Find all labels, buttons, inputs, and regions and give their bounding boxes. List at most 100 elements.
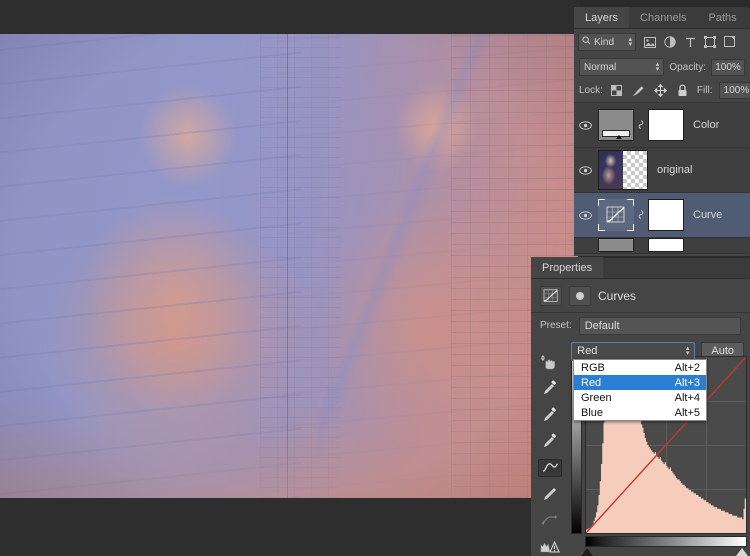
- layer-thumbnail[interactable]: [598, 109, 634, 141]
- table-row[interactable]: original: [574, 148, 750, 193]
- tab-channels-label: Channels: [640, 12, 686, 24]
- image-vignette: [0, 34, 578, 498]
- menu-item-label: Green: [581, 392, 612, 404]
- edit-points-curve-icon[interactable]: [538, 459, 562, 477]
- pixel-filter-icon[interactable]: [643, 35, 657, 49]
- fill-value[interactable]: 100%: [719, 82, 750, 99]
- lock-icon-group: [610, 84, 690, 98]
- chevron-updown-icon[interactable]: ▴▾: [656, 62, 660, 72]
- canvas-area[interactable]: [0, 0, 580, 556]
- selection-corner-icon: [598, 224, 605, 231]
- menu-item-green[interactable]: Green Alt+4: [574, 390, 706, 405]
- smart-object-filter-icon[interactable]: [723, 35, 737, 49]
- lock-label: Lock:: [579, 85, 603, 96]
- shape-filter-icon[interactable]: [703, 35, 717, 49]
- filter-kind-select[interactable]: Kind ▴▾: [578, 33, 636, 51]
- menu-item-label: Red: [581, 377, 601, 389]
- properties-title-row: Curves: [531, 279, 750, 313]
- clip-to-layer-icon[interactable]: [569, 286, 591, 306]
- table-row[interactable]: Color: [574, 103, 750, 148]
- search-icon: [582, 36, 591, 48]
- white-point-eyedropper-icon[interactable]: [538, 432, 562, 449]
- lock-image-pixels-icon[interactable]: [632, 84, 646, 98]
- clipping-warning-icon[interactable]: [538, 539, 562, 556]
- smooth-curve-icon[interactable]: [538, 512, 562, 529]
- table-row-partial[interactable]: [574, 238, 750, 254]
- layer-thumbnail[interactable]: [598, 150, 648, 190]
- selection-corner-icon: [598, 199, 605, 206]
- lock-all-icon[interactable]: [676, 84, 690, 98]
- pencil-draw-curve-icon[interactable]: [538, 486, 562, 503]
- layer-visibility-toggle[interactable]: [574, 211, 596, 220]
- photoshop-window: Layers Channels Paths Kind ▴▾: [0, 0, 750, 556]
- page-title: Curves: [598, 289, 636, 303]
- channel-dropdown-menu[interactable]: RGB Alt+2 Red Alt+3 Green Alt+4 Blue Alt…: [573, 359, 707, 421]
- layer-mask-thumbnail[interactable]: [648, 199, 684, 231]
- gray-point-eyedropper-icon[interactable]: [538, 406, 562, 423]
- properties-panel: Properties Curves Preset:: [531, 258, 750, 556]
- menu-item-shortcut: Alt+5: [675, 407, 700, 419]
- black-point-slider[interactable]: [581, 548, 593, 556]
- tab-channels[interactable]: Channels: [629, 7, 697, 28]
- table-row[interactable]: Curve: [574, 193, 750, 238]
- preset-label: Preset:: [540, 320, 572, 331]
- menu-item-red[interactable]: Red Alt+3: [574, 375, 706, 390]
- menu-item-label: RGB: [581, 362, 605, 374]
- layer-name[interactable]: Color: [693, 119, 719, 131]
- mask-link-icon[interactable]: [634, 209, 648, 222]
- menu-item-shortcut: Alt+2: [675, 362, 700, 374]
- black-point-eyedropper-icon[interactable]: [538, 379, 562, 396]
- preset-value: Default: [585, 320, 620, 332]
- preset-select[interactable]: Default: [579, 317, 741, 335]
- chevron-updown-icon[interactable]: ▴▾: [628, 37, 632, 47]
- opacity-value[interactable]: 100%: [711, 59, 745, 76]
- layer-thumbnail-image: [599, 151, 623, 189]
- on-image-adjustment-icon[interactable]: [538, 353, 562, 370]
- tab-paths[interactable]: Paths: [698, 7, 748, 28]
- type-filter-icon[interactable]: [683, 35, 697, 49]
- fill-label: Fill:: [697, 85, 713, 96]
- channel-select[interactable]: Red ▴▾: [571, 342, 695, 361]
- layer-mask-thumbnail[interactable]: [648, 109, 684, 141]
- layer-name[interactable]: Curve: [693, 209, 722, 221]
- mask-link-icon[interactable]: [634, 119, 648, 132]
- layer-visibility-toggle[interactable]: [574, 166, 596, 175]
- preset-row: Preset: Default: [531, 313, 750, 338]
- curve-tool-strip: [531, 351, 569, 556]
- lock-position-icon[interactable]: [654, 84, 668, 98]
- layer-thumbnail[interactable]: [598, 238, 634, 252]
- tab-properties-label: Properties: [542, 262, 592, 274]
- menu-item-blue[interactable]: Blue Alt+5: [574, 405, 706, 420]
- layer-thumbnail-transparency: [623, 151, 647, 189]
- layer-visibility-toggle[interactable]: [574, 121, 596, 130]
- layer-filter-row: Kind ▴▾: [574, 29, 750, 55]
- tab-layers[interactable]: Layers: [574, 7, 629, 28]
- menu-item-shortcut: Alt+3: [675, 377, 700, 389]
- opacity-label: Opacity:: [669, 62, 706, 73]
- properties-panel-tabbar: Properties: [531, 258, 750, 279]
- menu-item-label: Blue: [581, 407, 603, 419]
- blend-mode-select[interactable]: Normal ▴▾: [579, 58, 664, 76]
- menu-item-rgb[interactable]: RGB Alt+2: [574, 360, 706, 375]
- layers-panel: Layers Channels Paths Kind ▴▾: [574, 8, 750, 256]
- tab-properties[interactable]: Properties: [531, 257, 603, 278]
- filter-kind-label: Kind: [594, 37, 614, 48]
- layer-mask-thumbnail[interactable]: [648, 238, 684, 252]
- document-canvas[interactable]: [0, 34, 578, 498]
- curves-icon: [606, 206, 626, 224]
- selection-corner-icon: [627, 224, 634, 231]
- filter-type-icons: [643, 35, 737, 49]
- white-point-slider[interactable]: [736, 548, 748, 556]
- lock-row: Lock: Fill: 100%: [574, 79, 750, 103]
- layers-panel-tabbar: Layers Channels Paths: [574, 8, 750, 29]
- tab-paths-label: Paths: [709, 12, 737, 24]
- layer-thumbnail[interactable]: [598, 199, 634, 231]
- lock-transparent-pixels-icon[interactable]: [610, 84, 624, 98]
- chevron-updown-icon[interactable]: ▴▾: [686, 346, 690, 356]
- adjustment-filter-icon[interactable]: [663, 35, 677, 49]
- layer-name[interactable]: original: [657, 164, 692, 176]
- curves-icon[interactable]: [540, 286, 562, 306]
- selection-corner-icon: [627, 199, 634, 206]
- layer-list: Color original: [574, 103, 750, 254]
- gradient-marker-icon: [616, 135, 622, 139]
